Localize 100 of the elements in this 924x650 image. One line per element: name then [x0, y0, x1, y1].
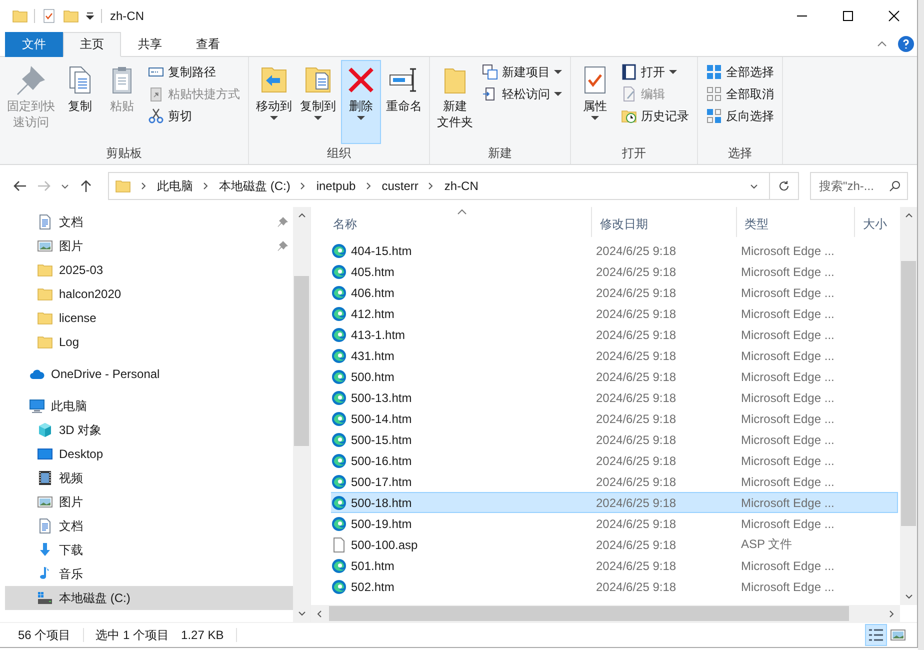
file-row[interactable]: 500-16.htm 2024/6/25 9:18 Microsoft Edge ...	[331, 450, 898, 471]
scrollbar[interactable]	[900, 207, 917, 605]
nav-item[interactable]: 音乐	[5, 562, 293, 586]
column-header[interactable]: 类型	[736, 207, 856, 237]
column-header[interactable]: 大小	[855, 207, 900, 237]
ribbon-button[interactable]: 复制到	[297, 60, 339, 144]
selection-count: 选中 1 个项目	[96, 626, 170, 644]
scrollbar[interactable]	[293, 207, 310, 622]
file-row[interactable]: 500-13.htm 2024/6/25 9:18 Microsoft Edge ...	[331, 387, 898, 408]
file-row[interactable]: 500-17.htm 2024/6/25 9:18 Microsoft Edge ...	[331, 471, 898, 492]
nav-item[interactable]: license	[5, 306, 293, 330]
breadcrumb-chevron-icon[interactable]	[364, 181, 373, 191]
nav-item[interactable]: 视频	[5, 466, 293, 490]
nav-item[interactable]: halcon2020	[5, 282, 293, 306]
ribbon-button[interactable]: 属性	[575, 60, 615, 144]
ribbon-button[interactable]: 全部选择	[702, 62, 778, 82]
select-none-icon	[706, 86, 722, 102]
nav-item[interactable]: 本地磁盘 (C:)	[5, 586, 293, 610]
scrollbar[interactable]	[311, 605, 900, 622]
file-row[interactable]: 405.htm 2024/6/25 9:18 Microsoft Edge ...	[331, 261, 898, 282]
modified-date: 2024/6/25 9:18	[595, 244, 678, 258]
ribbon-tab[interactable]: 主页	[63, 32, 121, 57]
properties-icon[interactable]	[41, 8, 57, 24]
file-type: Microsoft Edge ...	[740, 580, 836, 594]
breadcrumb-chevron-icon[interactable]	[427, 181, 436, 191]
nav-item[interactable]: 3D 对象	[5, 418, 293, 442]
breadcrumb[interactable]: custerr	[382, 179, 418, 193]
file-row[interactable]: 500.htm 2024/6/25 9:18 Microsoft Edge ...	[331, 366, 898, 387]
modified-date: 2024/6/25 9:18	[595, 454, 678, 468]
ribbon-tab[interactable]: 共享	[121, 32, 179, 57]
customize-dropdown-icon[interactable]	[85, 11, 95, 21]
ribbon-button[interactable]: 反向选择	[702, 106, 778, 126]
breadcrumb[interactable]: zh-CN	[444, 179, 478, 193]
nav-item[interactable]: Log	[5, 330, 293, 354]
ribbon-button[interactable]: 全部取消	[702, 84, 778, 104]
file-row[interactable]: 406.htm 2024/6/25 9:18 Microsoft Edge ...	[331, 282, 898, 303]
pin-icon[interactable]	[277, 240, 289, 252]
scrollbar-thumb[interactable]	[901, 261, 916, 526]
file-row[interactable]: 500-14.htm 2024/6/25 9:18 Microsoft Edge ...	[331, 408, 898, 429]
file-row[interactable]: 431.htm 2024/6/25 9:18 Microsoft Edge ...	[331, 345, 898, 366]
column-header[interactable]: 修改日期	[592, 207, 737, 237]
nav-item[interactable]: 2025-03	[5, 258, 293, 282]
ribbon-button[interactable]: 打开	[617, 62, 693, 82]
ribbon-button[interactable]: 历史记录	[617, 106, 693, 126]
file-row[interactable]: 500-18.htm 2024/6/25 9:18 Microsoft Edge ...	[331, 492, 898, 513]
breadcrumb[interactable]: 本地磁盘 (C:)	[219, 178, 290, 194]
nav-item[interactable]: Desktop	[5, 442, 293, 466]
scrollbar-thumb[interactable]	[329, 606, 849, 621]
ribbon-button[interactable]: 复制	[60, 60, 100, 144]
nav-item[interactable]: 此电脑	[5, 394, 293, 418]
breadcrumb-chevron-icon[interactable]	[140, 181, 148, 191]
details-view-button[interactable]	[865, 624, 887, 646]
file-row[interactable]: 412.htm 2024/6/25 9:18 Microsoft Edge ...	[331, 303, 898, 324]
ribbon-button[interactable]: 新建项目	[478, 62, 566, 82]
file-type: Microsoft Edge ...	[740, 264, 836, 278]
file-row[interactable]: 501.htm 2024/6/25 9:18 Microsoft Edge ...	[331, 555, 898, 576]
column-header[interactable]: 名称	[331, 207, 592, 237]
ribbon-button[interactable]: 复制路径	[144, 62, 244, 82]
search-field[interactable]: 搜索"zh-...	[810, 172, 908, 200]
breadcrumb[interactable]: 此电脑	[157, 178, 193, 194]
nav-item[interactable]: 图片	[5, 234, 293, 258]
ribbon-button[interactable]: 新建 文件夹	[434, 60, 476, 144]
nav-item[interactable]: 文档	[5, 514, 293, 538]
ribbon-tab[interactable]: 查看	[179, 32, 237, 57]
file-type: Microsoft Edge ...	[740, 516, 836, 530]
refresh-button[interactable]	[769, 172, 799, 200]
ribbon-button[interactable]: 重命名	[383, 60, 425, 144]
ribbon-button[interactable]: 移动到	[253, 60, 295, 144]
file-name: 500-16.htm	[351, 454, 412, 468]
file-type: Microsoft Edge ...	[740, 370, 836, 384]
breadcrumb[interactable]: inetpub	[316, 179, 356, 193]
browser-file-icon	[331, 306, 347, 322]
ribbon-button[interactable]: 删除	[341, 60, 381, 144]
breadcrumb-chevron-icon[interactable]	[202, 181, 210, 191]
file-row[interactable]: 500-100.asp 2024/6/25 9:18 ASP 文件	[331, 534, 898, 555]
nav-item[interactable]: 文档	[5, 210, 293, 234]
file-row[interactable]: 413-1.htm 2024/6/25 9:18 Microsoft Edge ...	[331, 324, 898, 345]
file-icon	[331, 536, 347, 552]
ribbon-tab[interactable]: 文件	[5, 32, 63, 57]
file-row[interactable]: 404-15.htm 2024/6/25 9:18 Microsoft Edge ...	[331, 240, 898, 261]
help-icon[interactable]	[898, 36, 914, 52]
file-name: 502.htm	[351, 580, 394, 594]
breadcrumb-chevron-icon[interactable]	[299, 181, 308, 191]
modified-date: 2024/6/25 9:18	[595, 580, 678, 594]
cube-icon	[37, 422, 53, 438]
ribbon-button[interactable]: 轻松访问	[478, 84, 566, 104]
nav-item[interactable]: 下载	[5, 538, 293, 562]
file-name: 500-14.htm	[351, 412, 412, 426]
ribbon-button[interactable]: 剪切	[144, 106, 244, 126]
nav-item[interactable]: OneDrive - Personal	[5, 362, 293, 386]
pin-icon[interactable]	[277, 216, 289, 228]
scrollbar-thumb[interactable]	[294, 276, 309, 446]
file-row[interactable]: 500-19.htm 2024/6/25 9:18 Microsoft Edge ...	[331, 513, 898, 534]
file-row[interactable]: 500-15.htm 2024/6/25 9:18 Microsoft Edge ...	[331, 429, 898, 450]
nav-item[interactable]: 图片	[5, 490, 293, 514]
paste-shortcut-icon	[148, 86, 164, 102]
address-bar[interactable]: 此电脑 本地磁盘 (C:) inetpub custerr zh-CN	[108, 172, 770, 200]
document-icon	[37, 518, 53, 534]
video-icon	[37, 470, 53, 486]
file-row[interactable]: 502.htm 2024/6/25 9:18 Microsoft Edge ...	[331, 576, 898, 597]
